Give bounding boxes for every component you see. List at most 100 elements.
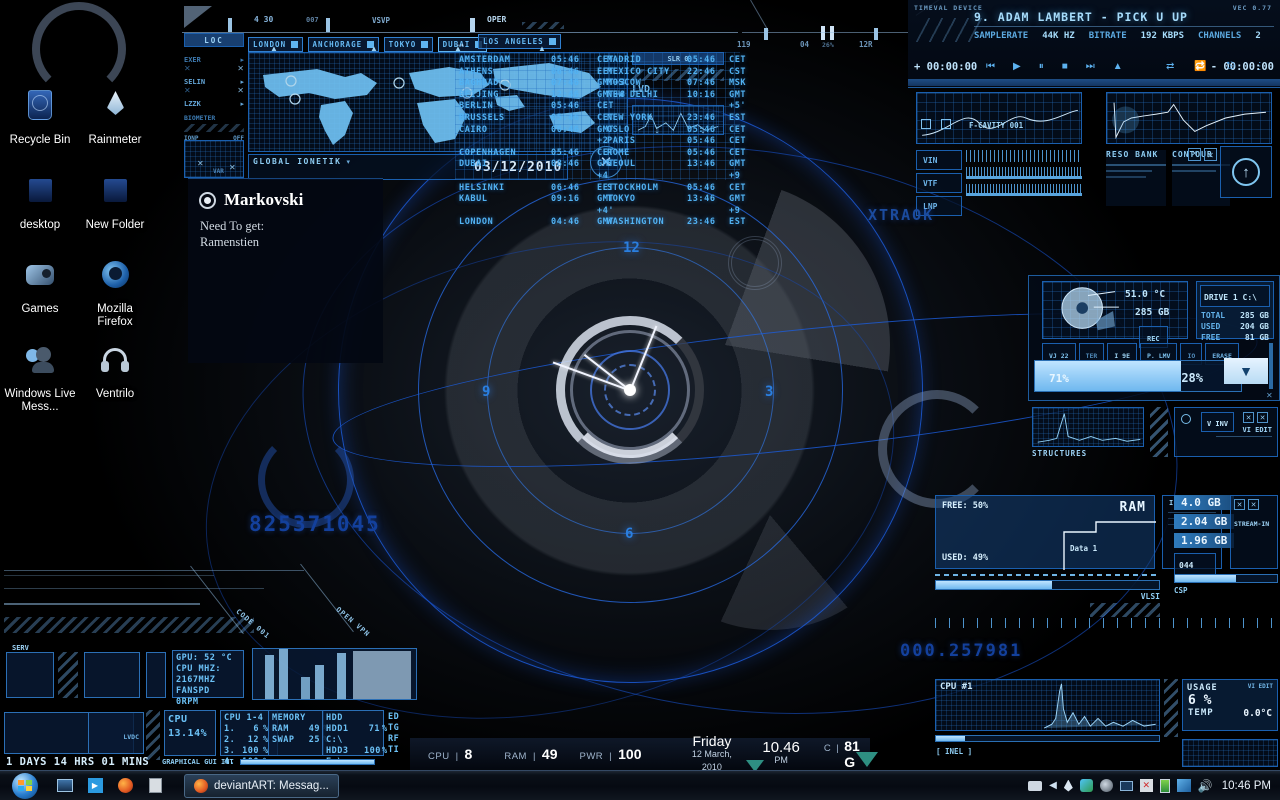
start-button[interactable] [0,771,50,800]
volume-icon[interactable]: ⋮ [1255,61,1265,72]
synth-toggle-x-2[interactable]: ✕ [1204,148,1217,161]
drive-dropdown[interactable]: ▼ [1224,358,1268,384]
play-icon[interactable]: ▶ [1013,61,1021,72]
repeat-icon[interactable]: 🔁 [1194,61,1206,72]
sticky-note-title: Markovski [224,190,304,209]
cpu-temp-value: 0.0°C [1243,708,1272,719]
quicklaunch-show-desktop[interactable] [50,773,80,799]
desktop-icon-desktop-folder[interactable]: desktop [3,171,77,232]
desktop-icon-windows-live-messenger[interactable]: Windows Live Mess... [3,340,77,414]
desktop-icon-label: Rainmeter [88,134,142,146]
antivirus-icon[interactable]: ✕ [1139,779,1153,792]
steam-icon[interactable] [1099,779,1113,792]
csp-label: CSP [1174,586,1188,595]
network-icon[interactable] [1176,779,1191,792]
rainmeter-drop-icon[interactable] [1063,779,1073,792]
show-hidden-icon[interactable]: ◀ [1049,780,1057,791]
v-inv-button[interactable]: V INV [1201,412,1235,432]
close-icon[interactable]: ✕ [1243,412,1254,423]
clock-time: 04:46 [551,217,580,228]
desktop-icon-games[interactable]: Games [3,255,77,316]
messenger-icon[interactable] [1079,779,1093,792]
desktop-status-bar: CPU | 8 RAM | 49 PWR | 100 Friday 12 Mar… [410,734,870,772]
battery-icon[interactable] [1159,778,1170,793]
media-meta-key: CHANNELS [1198,31,1242,41]
close-icon[interactable]: ✕ [184,86,191,95]
map-side-item-lzzk[interactable]: LZZK ▸ [184,100,244,108]
close-icon[interactable]: ✕ [229,163,236,172]
loc-button[interactable]: LOC [184,33,244,47]
chevron-right-icon: ▸ [240,57,244,64]
clock-time: 05:46 [687,136,716,147]
synth-analysis-svg [1112,102,1267,140]
prev-icon[interactable]: ⏮ [986,61,995,72]
desktop-icon-new-folder[interactable]: New Folder [78,171,152,232]
synth-row-vin[interactable]: VIN [916,150,962,170]
sysmon-bar-graph [252,648,417,700]
volume-icon[interactable]: 🔊 [1198,779,1213,793]
clock-zone: EST [729,217,747,228]
cpu-total-block: CPU 13.14% [164,710,216,756]
taskbar-clock[interactable]: 10:46 PM [1222,780,1271,792]
map-side-item-exer[interactable]: EXER ▸ [184,56,244,64]
side-code: TI [388,745,400,755]
gui-int-row: GRAPHICAL GUI INT [162,758,375,766]
clock-city: AMSTERDAM [459,55,511,65]
clock-time: 05:46 [687,55,716,65]
clock-zone: CET [729,124,747,135]
synth-row-vtf[interactable]: VTF [916,173,962,193]
gpu-readout-box: GPU: 52 °C CPU MHZ: 2167MHZ FANSPD 0RPM [172,650,244,707]
pause-icon[interactable]: ⏸ [1039,61,1044,72]
media-elapsed-time: + 00:00:00 [914,61,978,73]
drive-row-key: USED [1201,322,1221,331]
status-bar-caret-right [856,752,878,767]
monitor-icon[interactable] [1119,780,1133,791]
map-side-row-2: ✕ ✕ [184,86,244,95]
close-icon[interactable]: ✕ [1257,412,1268,423]
sticky-note-widget[interactable]: Markovski Need To get: Ramenstien [188,178,383,363]
rainmeter-drop-icon [93,86,137,130]
close-icon[interactable]: ✕ [237,64,244,73]
quicklaunch-calculator[interactable] [140,773,170,799]
media-corner-label: TIMEVAL DEVICE [914,4,983,12]
next-icon[interactable]: ⏭ [1086,61,1095,72]
desktop-icon-rainmeter[interactable]: Rainmeter [78,86,152,147]
close-icon[interactable]: ✕ [1266,391,1273,400]
shuffle-icon[interactable]: ⇄ [1166,61,1174,72]
close-icon[interactable]: ✕ [237,86,244,95]
status-value: 100 [618,746,642,762]
eject-icon[interactable]: ▲ [1113,61,1123,72]
close-icon[interactable]: ✕ [184,64,191,73]
desktop-icon-recycle-bin[interactable]: Recycle Bin [3,86,77,147]
status-disk-key: C [823,743,832,754]
system-tray: ◀ ✕ 🔊 10:46 PM [1028,778,1280,793]
windows-start-icon [12,772,38,799]
clock-time: 05:46 [551,101,580,112]
cpu-stripe-block [1164,679,1178,737]
media-progress-bar[interactable] [908,79,1280,86]
desktop-icon-ventrilo[interactable]: Ventrilo [78,340,152,401]
expand-icon[interactable]: ▾ [346,158,350,166]
drive-scroll-track[interactable] [1269,343,1273,389]
map-side-label: LZZK [184,100,201,108]
close-icon[interactable]: ✕ [1234,499,1245,510]
keyboard-icon[interactable] [1028,780,1043,791]
core-index: 2. [224,735,236,745]
clock-city: MADRID [607,55,642,65]
clock-city: STOCKHOLM [607,182,659,193]
close-icon[interactable]: ✕ [197,159,204,168]
desktop-icon-firefox[interactable]: Mozilla Firefox [78,255,152,329]
stop-icon[interactable]: ■ [1062,61,1068,72]
drive-used-pct: 71% [1049,372,1069,385]
synth-toggle-x-1[interactable]: ✕ [1188,148,1201,161]
quicklaunch-media-player[interactable]: ▶ [80,773,110,799]
clock-zone: CST [729,66,747,77]
quicklaunch-firefox[interactable] [110,773,140,799]
close-icon[interactable]: ✕ [1248,499,1259,510]
sysmon-gauge-1 [6,652,54,698]
equalizer-icon[interactable]: ⎋ [1227,61,1235,72]
clock-numeral-9: 9 [482,384,491,400]
synth-up-button[interactable]: ↑ [1220,146,1272,198]
map-side-item-selin[interactable]: SELIN ▸ [184,78,244,86]
taskbar-window-button[interactable]: deviantART: Messag... [184,773,339,798]
